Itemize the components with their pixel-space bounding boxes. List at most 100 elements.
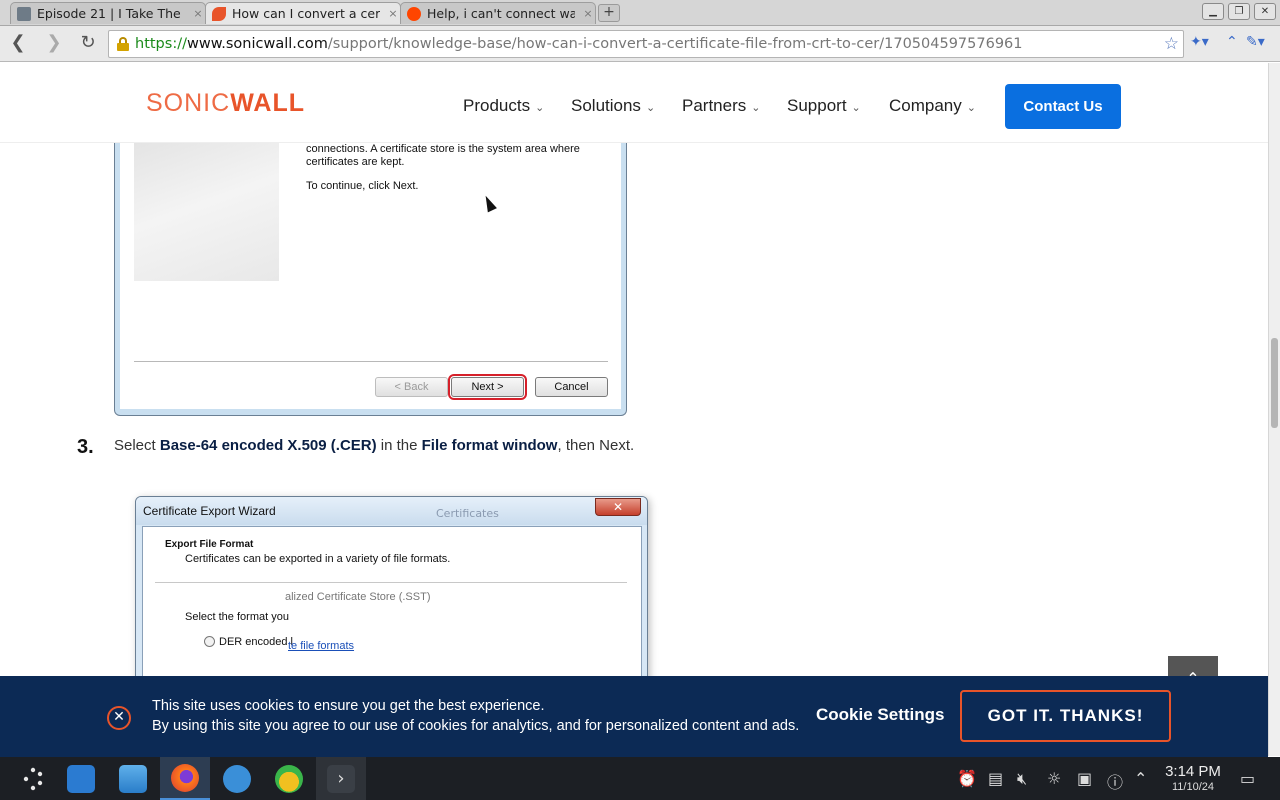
nav-label: Company [889,96,962,115]
tab-close-icon[interactable]: × [581,7,595,20]
tab-reddit[interactable]: Help, i can't connect wa × [400,2,596,24]
restore-button[interactable]: ❐ [1228,3,1250,20]
site-header: SONICWALL Products ⌄ Solutions ⌄ Partners ⌄… [0,63,1268,143]
nav-company[interactable]: Company ⌄ [889,96,976,116]
close-icon[interactable]: ✕ [107,706,131,730]
wizard-back-button: < Back [375,377,448,397]
browser-tab-bar: Episode 21 | I Take The × How can I conv… [0,0,1280,26]
clipboard-icon[interactable]: ▤ [988,769,1003,788]
new-tab-button[interactable]: + [598,4,620,22]
nav-products[interactable]: Products ⌄ [463,96,544,116]
wizard-cancel-button: Cancel [535,377,608,397]
cookie-text-line2: By using this site you agree to our use … [152,718,800,734]
wrench-icon[interactable]: ✎▾ [1246,34,1265,50]
brightness-icon[interactable]: ☼ [1047,769,1061,788]
wizard-ghost-title: Certificates [436,507,499,520]
show-desktop-icon[interactable]: ▭ [1240,769,1255,788]
tab-title: Episode 21 | I Take The [37,6,181,21]
url-path: /support/knowledge-base/how-can-i-conver… [327,36,1023,52]
tab-title: Help, i can't connect wa [427,6,575,21]
android-app-icon[interactable] [264,757,314,800]
tab-close-icon[interactable]: × [191,7,205,20]
puzzle-extension-icon[interactable]: ✦▾ [1190,34,1209,50]
terminal-icon[interactable]: › [316,757,366,800]
chevron-down-icon: ⌄ [535,102,545,114]
reddit-favicon-icon [407,6,421,21]
step-text: Select [114,437,160,454]
notification-bell-icon[interactable]: ⏰ [957,769,977,788]
scrollbar-thumb[interactable] [1271,338,1278,428]
nav-label: Support [787,96,847,115]
nav-label: Solutions [571,96,641,115]
cookie-settings-link[interactable]: Cookie Settings [816,705,944,725]
wizard-screenshot-welcome: connections. A certificate store is the … [114,143,627,416]
bookmark-star-icon[interactable]: ☆ [1164,34,1179,54]
back-icon[interactable]: ❮ [6,32,30,56]
cookie-banner: ✕ This site uses cookies to ensure you g… [0,676,1268,757]
wizard-select-label: Select the format you [185,611,289,623]
logo-sonic-text: SONIC [146,89,231,117]
minimize-button[interactable]: ▁ [1202,3,1224,20]
tab-episode-21[interactable]: Episode 21 | I Take The × [10,2,206,24]
discover-store-icon[interactable] [56,757,106,800]
help-icon[interactable]: ⓘ [1107,769,1123,793]
volume-muted-icon[interactable]: 🔇︎ [1017,769,1027,789]
chevron-down-icon: ⌄ [645,102,656,114]
url-host: www.sonicwall.com [186,36,328,52]
firefox-icon[interactable] [160,757,210,800]
wizard-heading: Export File Format [165,539,254,550]
lock-icon [117,37,129,51]
wizard-side-graphic [134,143,279,281]
wizard-formats-link: te file formats [288,640,355,652]
save-icon[interactable]: ▣ [1077,769,1092,788]
app-launcher-icon[interactable] [8,757,58,800]
nav-label: Products [463,96,531,115]
sonicwall-logo[interactable]: SONICWALL [146,89,305,118]
nav-partners[interactable]: Partners ⌄ [682,96,760,116]
wizard-subheading: Certificates can be exported in a variet… [185,553,451,565]
wizard-text-line: certificates are kept. [306,156,405,168]
divider [134,361,608,362]
tab-favicon-icon [17,6,31,21]
file-manager-icon[interactable] [108,757,158,800]
window-close-button[interactable]: ✕ [1254,3,1276,20]
nav-solutions[interactable]: Solutions ⌄ [571,96,655,116]
step-text: , then Next. [557,437,635,454]
wizard-text-line: connections. A certificate store is the … [306,143,580,155]
tab-sonicwall[interactable]: How can I convert a cer × [205,2,401,24]
forward-icon[interactable]: ❯ [42,32,66,56]
chevron-down-icon: ⌄ [966,102,976,114]
nav-label: Partners [682,96,747,115]
steam-like-app-icon[interactable] [212,757,262,800]
step-number: 3. [77,436,94,458]
taskbar: › ⏰ ▤ 🔇︎ ☼ ▣ ⓘ ⌃ 3:14 PM 11/10/24 ▭ [0,757,1280,800]
divider [155,582,627,583]
clock-date[interactable]: 11/10/24 [1160,781,1226,793]
vertical-scrollbar[interactable] [1268,63,1280,756]
browser-toolbar: ❮ ❯ ↻ https:// www.sonicwall.com /suppor… [0,26,1280,62]
sonicwall-favicon-icon [212,6,226,21]
clock-time[interactable]: 3:14 PM [1160,763,1226,780]
chevron-down-icon: ⌄ [751,102,761,114]
step-bold-format: Base-64 encoded X.509 (.CER) [159,437,377,454]
tab-title: How can I convert a cer [232,6,380,21]
reload-icon[interactable]: ↻ [76,32,100,56]
wizard-text-continue: To continue, click Next. [306,180,419,192]
wizard-screenshot-file-format: Certificate Export Wizard Certificates ✕… [135,496,648,686]
chevron-down-icon: ⌄ [851,102,861,114]
nav-support[interactable]: Support ⌄ [787,96,861,116]
wizard-sst-option: alized Certificate Store (.SST) [285,591,431,603]
wizard-next-button: Next > [448,374,527,400]
url-scheme: https:// [135,36,187,52]
wizard-body: connections. A certificate store is the … [120,143,621,409]
step-instruction: Select Base-64 encoded X.509 (.CER) in t… [114,437,634,454]
tab-close-icon[interactable]: × [386,7,400,20]
contact-us-button[interactable]: Contact Us [1005,84,1121,129]
step-bold-window: File format window [421,437,558,454]
radio-button [204,636,215,647]
accept-cookies-button[interactable]: GOT IT. THANKS! [960,690,1171,742]
step-text: in the [376,437,422,454]
chevron-up-icon[interactable]: ⌃ [1134,769,1147,788]
extension-icon[interactable]: ⌃ [1226,34,1238,50]
address-bar[interactable]: https:// www.sonicwall.com /support/know… [108,30,1184,58]
